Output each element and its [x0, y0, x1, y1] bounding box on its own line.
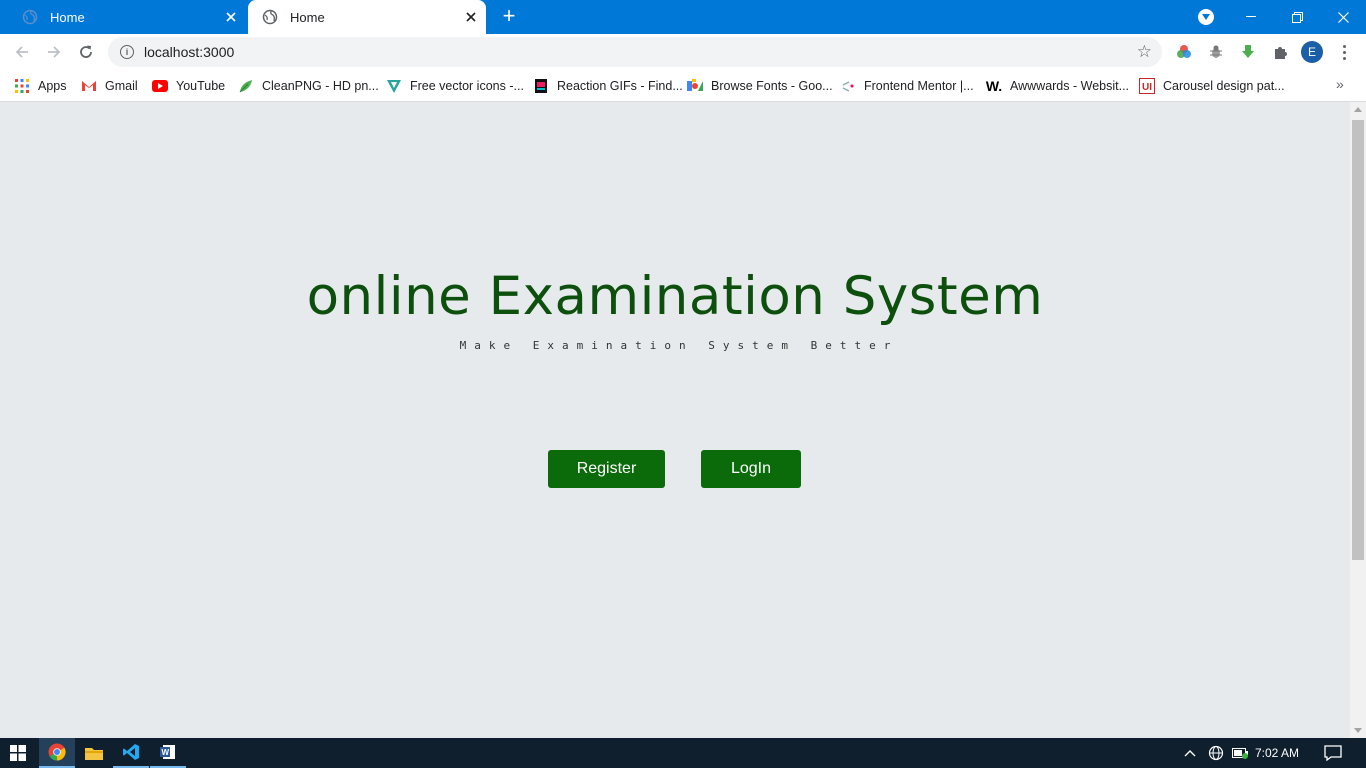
bookmark-label: Gmail [105, 79, 138, 93]
register-button[interactable]: Register [548, 450, 665, 488]
close-tab-icon[interactable] [222, 8, 240, 26]
scrollbar-thumb[interactable] [1352, 120, 1364, 560]
windows-taskbar: W 7:02 AM [0, 738, 1366, 768]
awwwards-icon: W. [985, 78, 1003, 94]
reload-icon[interactable] [73, 39, 99, 65]
bookmark-gmail[interactable]: Gmail [81, 76, 138, 96]
bookmark-label: Carousel design pat... [1163, 79, 1285, 93]
page-subtitle: Make Examination System Better [459, 339, 899, 352]
download-extension-icon[interactable] [1239, 43, 1257, 61]
battery-icon[interactable] [1232, 738, 1250, 768]
word-icon[interactable]: W [150, 738, 186, 768]
page-scrollbar[interactable] [1350, 102, 1366, 738]
tab-home-inactive[interactable]: Home [8, 0, 246, 34]
tab-title: Home [50, 9, 85, 25]
bookmark-label: Apps [38, 79, 67, 93]
bookmark-carousel-design[interactable]: UI Carousel design pat... [1139, 76, 1285, 96]
vector-icons-icon [386, 78, 402, 94]
close-tab-icon[interactable] [462, 8, 480, 26]
reaction-gifs-icon [533, 78, 549, 94]
site-info-icon[interactable]: i [120, 45, 134, 59]
google-fonts-icon [687, 78, 703, 94]
more-bookmarks-chevron-icon[interactable]: » [1336, 76, 1344, 92]
show-hidden-icons-chevron-icon[interactable] [1184, 738, 1196, 768]
svg-text:W: W [162, 748, 170, 757]
page-content: online Examination System Make Examinati… [0, 102, 1350, 738]
bookmark-reaction-gifs[interactable]: Reaction GIFs - Find... [533, 76, 683, 96]
bug-extension-icon[interactable] [1207, 43, 1225, 61]
browser-toolbar: i localhost:3000 ☆ E [0, 34, 1366, 70]
youtube-icon [152, 78, 168, 94]
bookmark-label: Awwwards - Websit... [1010, 79, 1130, 93]
bookmark-label: Browse Fonts - Goo... [711, 79, 833, 93]
tab-title: Home [290, 9, 325, 25]
bookmark-cleanpng[interactable]: CleanPNG - HD pn... [238, 76, 379, 96]
apps-grid-icon [14, 78, 30, 94]
bookmark-label: YouTube [176, 79, 226, 93]
scroll-up-arrow-icon[interactable] [1354, 107, 1362, 112]
close-window-icon[interactable] [1320, 0, 1366, 34]
bookmark-label: Free vector icons -... [410, 79, 524, 93]
bookmark-label: CleanPNG - HD pn... [262, 79, 379, 93]
restore-icon[interactable] [1274, 0, 1320, 34]
bookmark-browse-fonts[interactable]: Browse Fonts - Goo... [687, 76, 833, 96]
bookmark-apps[interactable]: Apps [14, 76, 67, 96]
bookmark-label: Frontend Mentor |... [864, 79, 974, 93]
back-arrow-icon[interactable] [9, 39, 35, 65]
globe-icon [262, 9, 278, 25]
windows-start-icon[interactable] [0, 738, 36, 768]
bookmark-label: Reaction GIFs - Find... [557, 79, 683, 93]
bookmark-awwwards[interactable]: W. Awwwards - Websit... [986, 76, 1129, 96]
tab-search-icon[interactable] [1198, 9, 1214, 25]
forward-arrow-icon[interactable] [41, 39, 67, 65]
url-text: localhost:3000 [144, 44, 235, 60]
bookmark-star-icon[interactable]: ☆ [1137, 43, 1152, 60]
gmail-icon [81, 78, 97, 94]
globe-icon [22, 9, 38, 25]
profile-avatar[interactable]: E [1301, 41, 1323, 63]
notifications-icon[interactable] [1324, 738, 1342, 768]
new-tab-button[interactable]: + [498, 5, 520, 28]
svg-text:UI: UI [1142, 82, 1152, 93]
file-explorer-icon[interactable] [76, 738, 112, 768]
tab-strip: Home Home + [0, 0, 1366, 34]
minimize-icon[interactable] [1228, 0, 1274, 34]
tab-home-active[interactable]: Home [248, 0, 486, 34]
chrome-icon[interactable] [39, 738, 75, 768]
more-menu-icon[interactable] [1336, 42, 1352, 62]
page-title: online Examination System [306, 266, 1044, 327]
extensions-puzzle-icon[interactable] [1271, 43, 1289, 61]
network-globe-icon[interactable] [1208, 738, 1224, 768]
bookmark-frontend-mentor[interactable]: Frontend Mentor |... [840, 76, 974, 96]
address-bar[interactable]: i localhost:3000 ☆ [108, 37, 1162, 67]
bookmarks-bar: Apps Gmail YouTube CleanPNG - HD pn... F… [0, 70, 1366, 102]
scroll-down-arrow-icon[interactable] [1354, 728, 1362, 733]
taskbar-clock[interactable]: 7:02 AM [1254, 738, 1300, 768]
vscode-icon[interactable] [113, 738, 149, 768]
cleanpng-icon [238, 78, 254, 94]
bookmark-youtube[interactable]: YouTube [152, 76, 225, 96]
frontend-mentor-icon [840, 78, 856, 94]
bookmark-free-vector-icons[interactable]: Free vector icons -... [386, 76, 524, 96]
color-wheel-extension-icon[interactable] [1175, 43, 1193, 61]
login-button[interactable]: LogIn [701, 450, 801, 488]
ui-patterns-icon: UI [1139, 78, 1155, 94]
